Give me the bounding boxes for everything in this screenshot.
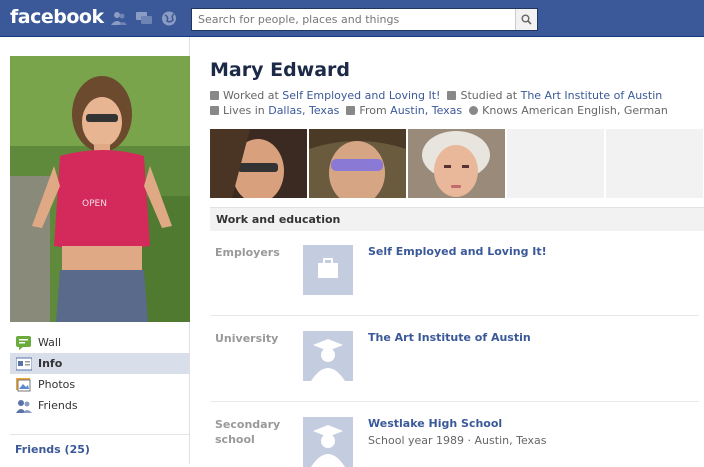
photo-placeholder: [606, 129, 703, 198]
profile-facts-line-2: Lives in Dallas, Texas From Austin, Texa…: [210, 104, 668, 117]
briefcase-icon: [303, 245, 353, 295]
nav-item-wall[interactable]: Wall: [10, 332, 189, 353]
profile-nav: Wall Info Photos Friends: [10, 332, 189, 416]
nav-item-label: Photos: [38, 378, 76, 391]
nav-item-friends[interactable]: Friends: [10, 395, 189, 416]
employer-link[interactable]: Self Employed and Loving It!: [282, 89, 440, 102]
row-label: University: [215, 332, 279, 345]
info-icon: [16, 357, 32, 370]
hometown-link[interactable]: Austin, Texas: [390, 104, 462, 117]
city-icon: [210, 106, 219, 115]
nav-item-label: Wall: [38, 336, 62, 349]
divider: [10, 434, 189, 435]
left-column: OPEN Wall Info Photos Friends Friends (2…: [0, 37, 190, 464]
notifications-globe-icon[interactable]: [161, 11, 177, 26]
search-icon: [521, 14, 532, 25]
school-thumbnail[interactable]: [303, 417, 353, 467]
profile-facts-line-1: Worked at Self Employed and Loving It! S…: [210, 89, 662, 102]
home-icon: [346, 106, 356, 115]
graduate-silhouette-icon: [303, 331, 353, 381]
graduation-cap-icon: [447, 91, 457, 100]
lives-label: Lives in: [223, 104, 269, 117]
profile-name: Mary Edward: [210, 59, 351, 81]
search-input[interactable]: [192, 9, 515, 30]
nav-item-info[interactable]: Info: [10, 353, 189, 374]
studied-label: Studied at: [460, 89, 521, 102]
school-name-link[interactable]: Westlake High School: [368, 417, 502, 430]
photo-strip: [210, 129, 704, 198]
main-content: Mary Edward Worked at Self Employed and …: [190, 37, 704, 467]
nav-item-label: Friends: [38, 399, 78, 412]
photo-thumbnail[interactable]: [210, 129, 307, 198]
facebook-logo[interactable]: facebook: [10, 6, 104, 28]
section-header: Work and education: [210, 207, 704, 231]
briefcase-icon: [210, 91, 219, 100]
school-link[interactable]: The Art Institute of Austin: [521, 89, 663, 102]
from-label: From: [359, 104, 391, 117]
search-button[interactable]: [515, 9, 537, 30]
university-thumbnail[interactable]: [303, 331, 353, 381]
worked-label: Worked at: [223, 89, 283, 102]
row-divider: [210, 401, 699, 402]
top-bar: facebook: [0, 0, 704, 37]
employer-thumbnail[interactable]: [303, 245, 353, 295]
friends-icon: [16, 399, 32, 413]
photo-placeholder: [507, 129, 604, 198]
wall-icon: [16, 335, 31, 350]
language-globe-icon: [469, 106, 479, 115]
photo-thumbnail[interactable]: [408, 129, 505, 198]
row-label: Secondary school: [215, 418, 281, 446]
profile-picture[interactable]: OPEN: [10, 56, 190, 322]
graduate-silhouette-icon: [303, 417, 353, 467]
svg-text:OPEN: OPEN: [82, 199, 107, 209]
nav-item-photos[interactable]: Photos: [10, 374, 189, 395]
photo-thumbnail[interactable]: [309, 129, 406, 198]
current-city-link[interactable]: Dallas, Texas: [268, 104, 339, 117]
languages-text: Knows American English, German: [482, 104, 668, 117]
school-details: School year 1989 · Austin, Texas: [368, 434, 547, 447]
row-divider: [210, 315, 699, 316]
photos-icon: [16, 377, 31, 391]
row-label: Employers: [215, 246, 280, 259]
friend-requests-icon[interactable]: [111, 11, 127, 26]
friends-count-link[interactable]: Friends (25): [15, 443, 90, 456]
nav-item-label: Info: [38, 357, 63, 370]
search-bar: [191, 8, 538, 31]
employer-name-link[interactable]: Self Employed and Loving It!: [368, 245, 547, 258]
messages-icon[interactable]: [136, 11, 152, 26]
university-name-link[interactable]: The Art Institute of Austin: [368, 331, 531, 344]
